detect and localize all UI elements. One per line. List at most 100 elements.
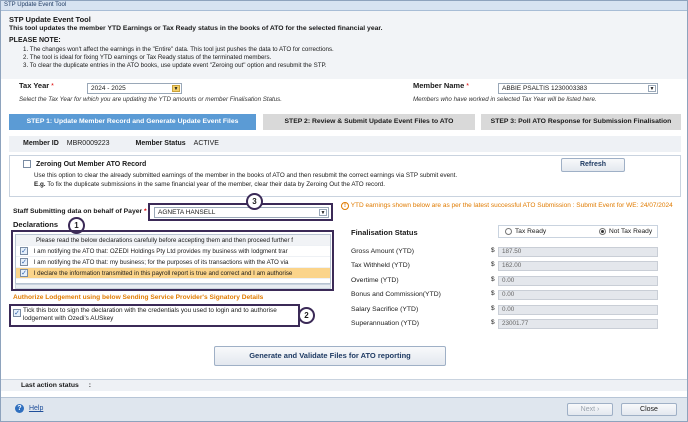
note-item: 2. The tool is ideal for fixing YTD earn… xyxy=(23,54,272,61)
zeroing-example: E.g. To fix the duplicate submissions in… xyxy=(34,180,504,189)
currency-symbol: $ xyxy=(491,290,495,297)
member-id-label: Member ID xyxy=(23,140,59,147)
refresh-button[interactable]: Refresh xyxy=(561,158,625,172)
superannuation-label: Superannuation (YTD) xyxy=(351,320,420,327)
zeroing-desc: Use this option to clear the already sub… xyxy=(34,172,458,179)
payer-label-group: Staff Submitting data on behalf of Payer… xyxy=(13,208,147,215)
overtime-label: Overtime (YTD) xyxy=(351,277,399,284)
note-heading: PLEASE NOTE: xyxy=(9,37,61,44)
tax-year-label: Tax Year xyxy=(19,81,50,90)
step-tabs: STEP 1: Update Member Record and Generat… xyxy=(9,114,681,130)
close-button[interactable]: Close xyxy=(621,403,677,416)
declaration-text: I am notifying the ATO that: OZEDI Holdi… xyxy=(33,248,288,255)
chevron-down-icon[interactable]: ▼ xyxy=(172,85,180,92)
salary-sacrifice-value: 0.00 xyxy=(498,305,658,315)
next-button[interactable]: Next › xyxy=(567,403,613,416)
last-action-bar: Last action status : xyxy=(1,379,687,391)
header-subtitle: This tool updates the member YTD Earning… xyxy=(9,25,383,32)
radio-icon[interactable] xyxy=(505,227,512,235)
declarations-title: Declarations xyxy=(13,220,59,229)
member-name-value: ABBIE PSALTIS 1230003383 xyxy=(502,85,588,92)
tax-year-group: Tax Year * Select the Tax Year for which… xyxy=(19,81,349,109)
bottom-bar: ? Help Next › Close xyxy=(1,397,687,421)
ytd-note-text: YTD earnings shown below are as per the … xyxy=(350,202,673,209)
bonus-label: Bonus and Commission(YTD) xyxy=(351,291,441,298)
declaration-text: I declare the information transmitted in… xyxy=(33,270,293,277)
tab-step-2[interactable]: STEP 2: Review & Submit Update Event Fil… xyxy=(263,114,475,130)
authorize-checkbox-wrap xyxy=(13,309,21,317)
tax-withheld-label: Tax Withheld (YTD) xyxy=(351,262,410,269)
finalisation-radio-group: Tax Ready Not Tax Ready xyxy=(498,225,658,238)
declarations-list: Please read the below declarations caref… xyxy=(15,234,331,284)
notes-list: 1. The changes won't affect the earnings… xyxy=(23,46,679,70)
member-name-hint: Members who have worked in selected Tax … xyxy=(413,96,597,103)
last-action-label: Last action status xyxy=(21,382,79,389)
zeroing-row: Zeroing Out Member ATO Record xyxy=(23,160,146,168)
member-name-select[interactable]: ABBIE PSALTIS 1230003383 ▼ xyxy=(498,83,658,94)
example-text: To fix the duplicate submissions in the … xyxy=(47,181,386,188)
currency-symbol: $ xyxy=(491,261,495,268)
radio-tax-ready[interactable]: Tax Ready xyxy=(505,226,546,237)
member-info-bar: Member ID MBR0009223 Member Status ACTIV… xyxy=(9,136,681,152)
note-item: 1. The changes won't affect the earnings… xyxy=(23,46,334,53)
radio-label: Tax Ready xyxy=(515,228,547,235)
declaration-checkbox[interactable] xyxy=(20,269,28,278)
member-name-label: Member Name xyxy=(413,81,465,90)
superannuation-value: 23001.77 xyxy=(498,319,658,329)
tab-step-1[interactable]: STEP 1: Update Member Record and Generat… xyxy=(9,114,256,130)
currency-symbol: $ xyxy=(491,247,495,254)
list-item[interactable]: I am notifying the ATO that: my business… xyxy=(16,257,330,268)
required-mark: * xyxy=(466,83,469,90)
authorize-text: Tick this box to sign the declaration wi… xyxy=(23,307,277,322)
overtime-value: 0.00 xyxy=(498,276,658,286)
finalisation-label: Finalisation Status xyxy=(351,228,418,237)
salary-sacrifice-label: Salary Sacrifice (YTD) xyxy=(351,306,419,313)
tax-year-select[interactable]: 2024 - 2025 ▼ xyxy=(87,83,182,94)
radio-icon[interactable] xyxy=(599,227,606,235)
window-title: STP Update Event Tool xyxy=(1,1,687,11)
tax-year-hint: Select the Tax Year for which you are up… xyxy=(19,96,282,103)
gross-amount-label: Gross Amount (YTD) xyxy=(351,248,415,255)
declaration-checkbox[interactable] xyxy=(20,258,28,267)
member-id-value: MBR0009223 xyxy=(66,140,110,147)
declaration-checkbox[interactable] xyxy=(20,247,28,256)
currency-symbol: $ xyxy=(491,319,495,326)
stp-update-window: STP Update Event Tool STP Update Event T… xyxy=(0,0,688,422)
required-mark: * xyxy=(51,83,54,90)
horizontal-scrollbar[interactable] xyxy=(15,284,331,289)
generate-files-button[interactable]: Generate and Validate Files for ATO repo… xyxy=(214,346,446,366)
callout-3: 3 xyxy=(246,193,263,210)
callout-2: 2 xyxy=(298,307,315,324)
zeroing-out-panel: Zeroing Out Member ATO Record Use this o… xyxy=(9,155,681,197)
payer-label: Staff Submitting data on behalf of Payer xyxy=(13,208,143,215)
gross-amount-value: 187.50 xyxy=(498,247,658,257)
payer-highlight xyxy=(148,203,333,221)
tab-step-3[interactable]: STEP 3: Poll ATO Response for Submission… xyxy=(481,114,681,130)
tax-year-value: 2024 - 2025 xyxy=(91,85,126,92)
help-label[interactable]: Help xyxy=(29,405,43,412)
help-link[interactable]: ? Help xyxy=(15,404,43,413)
last-action-sep: : xyxy=(88,382,91,389)
help-icon[interactable]: ? xyxy=(15,404,24,413)
radio-label: Not Tax Ready xyxy=(609,228,653,235)
ytd-note: ! YTD earnings shown below are as per th… xyxy=(341,202,681,210)
list-item[interactable]: I am notifying the ATO that: OZEDI Holdi… xyxy=(16,246,330,257)
currency-symbol: $ xyxy=(491,276,495,283)
list-item: Please read the below declarations caref… xyxy=(16,235,330,246)
tax-withheld-value: 162.00 xyxy=(498,261,658,271)
list-item[interactable]: I declare the information transmitted in… xyxy=(16,268,330,279)
bonus-value: 0.00 xyxy=(498,290,658,300)
zeroing-checkbox[interactable] xyxy=(23,160,31,168)
authorize-title: Authorize Lodgement using below Sending … xyxy=(13,294,264,301)
header-title: STP Update Event Tool xyxy=(9,15,91,24)
member-status-label: Member Status xyxy=(135,140,186,147)
chevron-down-icon[interactable]: ▼ xyxy=(648,85,656,92)
header-panel: STP Update Event Tool This tool updates … xyxy=(1,11,687,79)
next-label: Next xyxy=(580,406,596,413)
radio-not-tax-ready[interactable]: Not Tax Ready xyxy=(599,226,652,237)
chevron-right-icon: › xyxy=(597,406,600,413)
example-label: E.g. xyxy=(34,181,46,188)
required-mark: * xyxy=(144,208,147,215)
authorize-checkbox[interactable] xyxy=(13,309,21,317)
note-item: 3. To clear the duplicate entries in the… xyxy=(23,62,327,69)
